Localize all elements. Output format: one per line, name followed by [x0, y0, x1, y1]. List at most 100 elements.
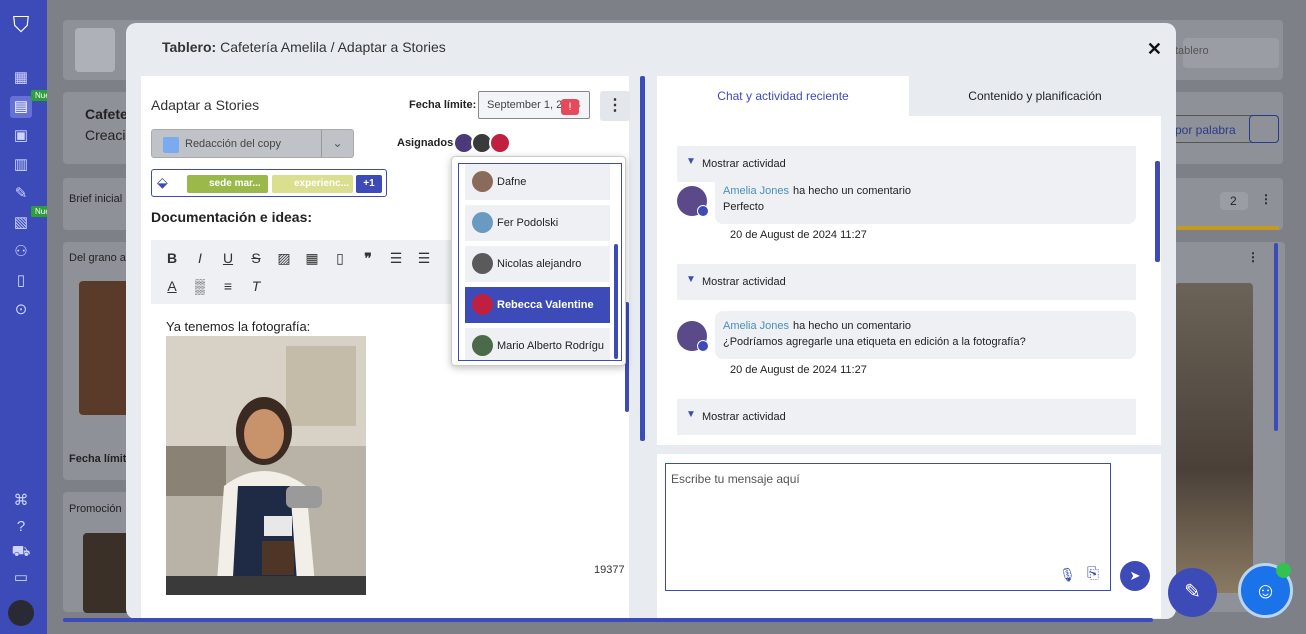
board-thumbnail	[75, 28, 115, 72]
strikethrough-icon[interactable]: S	[247, 250, 265, 266]
bold-icon[interactable]: B	[163, 250, 181, 266]
chevron-down-icon: ▼	[686, 409, 696, 420]
horizontal-scrollbar[interactable]	[63, 618, 1153, 622]
show-activity-toggle[interactable]: ▼ Mostrar actividad	[677, 264, 1136, 300]
tab-content[interactable]: Contenido y planificación	[909, 76, 1161, 116]
more-tags-button[interactable]: +1	[356, 175, 382, 193]
assignee-name: Rebecca Valentine	[497, 299, 594, 311]
ordered-list-icon[interactable]: ☰	[387, 250, 405, 267]
board-title: Cafete	[85, 106, 128, 122]
comment-author[interactable]: Amelia Jones	[723, 320, 789, 332]
toggle-label: Mostrar actividad	[702, 158, 786, 170]
comment-date: 20 de August de 2024 11:27	[730, 229, 867, 241]
assignee-option[interactable]: Mario Alberto Rodrígu	[465, 328, 610, 360]
card-menu-icon[interactable]: ⋮	[1247, 250, 1259, 264]
documentation-label: Documentación e ideas:	[151, 209, 313, 225]
quote-icon[interactable]: ❞	[359, 250, 377, 267]
editor-text[interactable]: Ya tenemos la fotografía:	[166, 319, 310, 334]
translate-icon[interactable]: ⌘	[10, 490, 32, 512]
assignees-label: Asignados:	[397, 137, 457, 149]
activity-feed: ▼ Mostrar actividad Amelia Jones ha hecho…	[657, 116, 1161, 445]
magic-icon[interactable]: ✎	[10, 183, 32, 205]
stats-icon[interactable]: ▥	[10, 154, 32, 176]
highlight-icon[interactable]: ▒	[191, 278, 209, 294]
image-icon[interactable]: ▨	[275, 250, 293, 267]
assignee-name: Fer Podolski	[497, 217, 559, 229]
task-card-title: Del grano a	[69, 252, 126, 264]
users-icon[interactable]: ⚇	[10, 241, 32, 263]
message-input[interactable]: Escribe tu mensaje aquí	[665, 463, 1111, 591]
grid-icon[interactable]: ▦	[10, 67, 32, 89]
video-icon[interactable]: ▦	[303, 250, 321, 267]
clear-format-icon[interactable]: T	[247, 278, 265, 294]
toggle-label: Mostrar actividad	[702, 276, 786, 288]
commenter-avatar	[677, 321, 709, 352]
status-select[interactable]: Redacción del copy ⌄	[151, 129, 354, 158]
status-dot	[697, 205, 709, 217]
close-icon[interactable]: ✕	[1147, 39, 1162, 60]
pane-divider[interactable]	[640, 76, 645, 441]
assignee-avatar[interactable]	[489, 132, 511, 154]
assignee-option[interactable]: Fer Podolski	[465, 205, 610, 241]
alert-icon: !	[561, 99, 579, 115]
feed-scrollbar[interactable]	[1155, 161, 1160, 262]
report-icon[interactable]: ▧	[10, 212, 32, 234]
title-path: Cafetería Amelila / Adaptar a Stories	[216, 39, 446, 55]
chat-composer: Escribe tu mensaje aquí 🎙 ⎘ ➤	[657, 454, 1161, 618]
tag-chip[interactable]: experienc...	[272, 175, 353, 193]
avatar	[472, 212, 493, 233]
help-icon[interactable]: ?	[10, 516, 32, 538]
text-color-icon[interactable]: A	[163, 278, 181, 294]
assignee-option[interactable]: Nicolas alejandro	[465, 246, 610, 282]
search-word-label: por palabra	[1175, 123, 1236, 137]
column-menu-icon[interactable]: ⋮	[1260, 192, 1272, 206]
cart-icon[interactable]: ⛟	[10, 541, 32, 563]
avatar	[472, 335, 493, 356]
comment-author[interactable]: Amelia Jones	[723, 185, 789, 197]
avatar	[472, 171, 493, 192]
more-options-button[interactable]: ⋮	[600, 91, 630, 121]
task-card-date: Fecha límite	[69, 453, 133, 465]
show-activity-toggle[interactable]: ▼ Mostrar actividad	[677, 399, 1136, 435]
send-button[interactable]: ➤	[1120, 561, 1150, 591]
comment-action: ha hecho un comentario	[793, 320, 912, 332]
microphone-icon[interactable]: 🎙	[1059, 567, 1076, 583]
assignees-dropdown: Dafne Fer Podolski Nicolas alejandro Reb…	[451, 156, 626, 366]
boards-icon[interactable]: ▤	[10, 96, 32, 118]
chat-pane: Chat y actividad reciente Contenido y pl…	[657, 76, 1161, 619]
due-date-label: Fecha límite:	[409, 99, 477, 111]
assignee-option-selected[interactable]: Rebecca Valentine	[465, 287, 610, 323]
char-counter: 19377	[594, 564, 625, 576]
clear-filters-button[interactable]	[1249, 115, 1279, 143]
italic-icon[interactable]: I	[191, 250, 209, 266]
task-title[interactable]: Adaptar a Stories	[151, 97, 259, 113]
title-prefix: Tablero:	[162, 39, 217, 55]
calendar-icon[interactable]: ▣	[10, 125, 32, 147]
attachment-icon[interactable]: ⎘	[1087, 565, 1099, 582]
cafe-image	[1175, 283, 1253, 593]
assignee-option[interactable]: Dafne	[465, 164, 610, 200]
tab-chat[interactable]: Chat y actividad reciente	[657, 76, 909, 116]
file-icon[interactable]: ▯	[331, 250, 349, 267]
bullet-list-icon[interactable]: ☰	[415, 250, 433, 267]
profile-icon[interactable]: ▯	[10, 270, 32, 292]
more-icon[interactable]: ⊙	[10, 299, 32, 321]
logo-icon[interactable]: ⛉	[10, 14, 32, 36]
column-count-text: 2	[1230, 194, 1237, 208]
underline-icon[interactable]: U	[219, 250, 237, 266]
comment-bubble: Amelia Jones ha hecho un comentario ¿Pod…	[715, 311, 1136, 359]
assignee-name: Nicolas alejandro	[497, 258, 582, 270]
user-avatar[interactable]	[8, 600, 34, 626]
scrollbar[interactable]	[1274, 243, 1278, 431]
assignee-name: Mario Alberto Rodrígu	[497, 340, 604, 352]
assignee-name: Dafne	[497, 176, 527, 188]
tag-chip[interactable]: sede mar...	[187, 175, 268, 193]
language-icon[interactable]: ▭	[10, 567, 32, 589]
dropdown-scrollbar[interactable]	[614, 244, 618, 359]
chevron-down-icon[interactable]: ⌄	[321, 130, 353, 157]
align-icon[interactable]: ≡	[219, 278, 237, 294]
commenter-avatar	[677, 186, 709, 217]
task-card-title: Promoción	[69, 503, 122, 515]
edit-fab-button[interactable]: ✎	[1168, 568, 1217, 617]
tags-field[interactable]: ⬙ sede mar... experienc... +1	[151, 169, 387, 197]
